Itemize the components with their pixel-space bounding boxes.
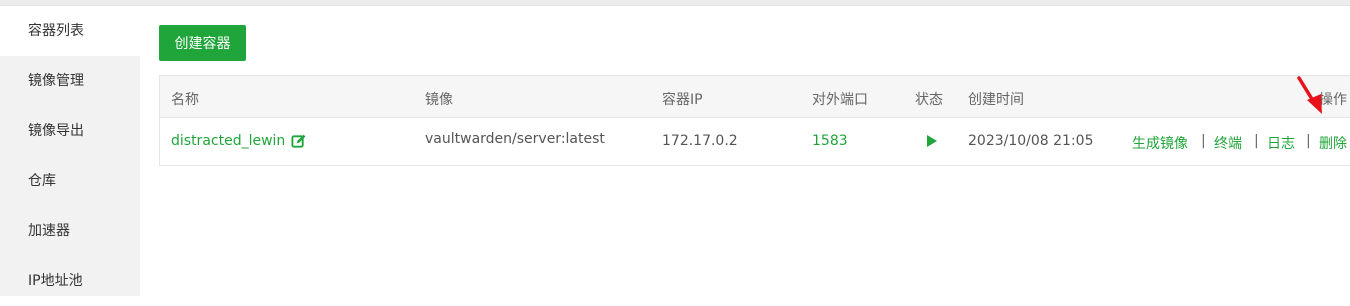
terminal-link[interactable]: 终端	[1214, 133, 1242, 153]
table-header: 名称 镜像 容器IP 对外端口 状态 创建时间 操作	[160, 76, 1350, 118]
header-image: 镜像	[425, 92, 453, 108]
container-ip: 172.17.0.2	[662, 133, 738, 149]
container-table: 名称 镜像 容器IP 对外端口 状态 创建时间 操作 distracted_le…	[159, 75, 1350, 166]
logs-link[interactable]: 日志	[1267, 133, 1295, 153]
annotation-arrow-icon	[1297, 76, 1322, 114]
created-time: 2023/10/08 21:05	[968, 133, 1094, 149]
header-created: 创建时间	[968, 92, 1024, 108]
create-container-button[interactable]: 创建容器	[159, 25, 246, 61]
sidebar-item-image-export[interactable]: 镜像导出	[0, 106, 140, 156]
container-name-link[interactable]: distracted_lewin	[171, 133, 285, 149]
header-name: 名称	[171, 92, 199, 108]
external-port-link[interactable]: 1583	[812, 133, 848, 149]
sidebar-item-image-management[interactable]: 镜像管理	[0, 56, 140, 106]
sidebar-item-repository[interactable]: 仓库	[0, 156, 140, 206]
sidebar: 容器列表 镜像管理 镜像导出 仓库 加速器 IP地址池	[0, 6, 140, 296]
sidebar-item-ip-pool[interactable]: IP地址池	[0, 256, 140, 306]
edit-icon[interactable]	[291, 134, 306, 149]
action-separator: |	[1306, 133, 1311, 149]
header-port: 对外端口	[812, 92, 868, 108]
top-border	[0, 0, 1350, 6]
header-ip: 容器IP	[662, 92, 703, 108]
sidebar-item-accelerator[interactable]: 加速器	[0, 206, 140, 256]
action-separator: |	[1201, 133, 1206, 149]
sidebar-item-container-list[interactable]: 容器列表	[0, 6, 140, 56]
play-icon[interactable]	[927, 135, 937, 147]
commit-image-link[interactable]: 生成镜像	[1132, 133, 1188, 153]
action-separator: |	[1254, 133, 1259, 149]
header-status: 状态	[915, 92, 943, 108]
delete-link[interactable]: 删除	[1319, 133, 1347, 153]
image-name: vaultwarden/server:latest	[425, 131, 605, 147]
